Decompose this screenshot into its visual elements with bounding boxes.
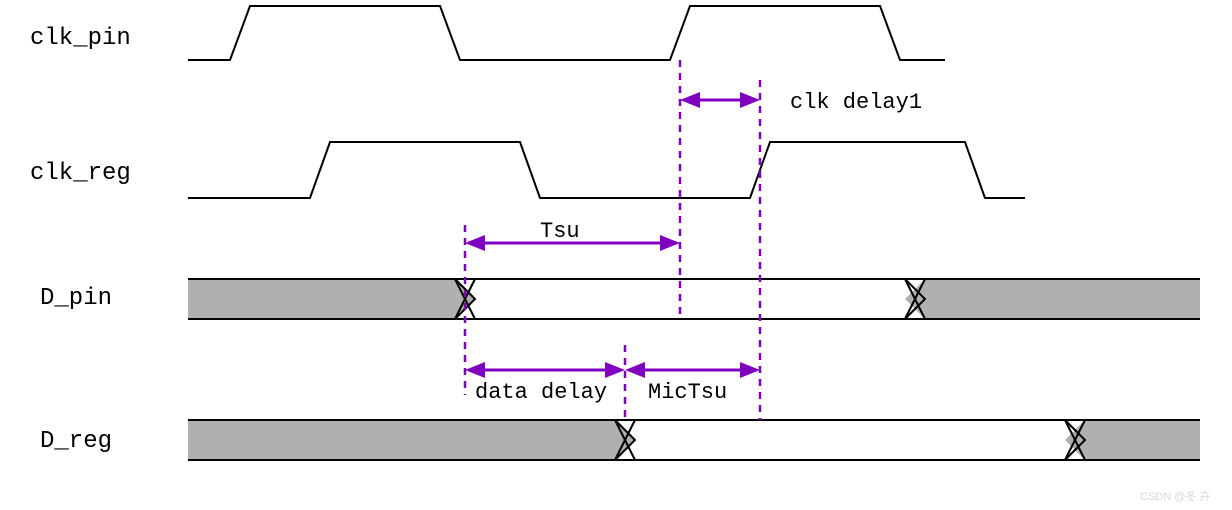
- label-clk-pin: clk_pin: [30, 25, 131, 52]
- wave-clk-reg: [188, 142, 1025, 198]
- label-d-reg: D_reg: [40, 428, 112, 455]
- bus-d-reg: [188, 420, 1200, 460]
- arrow-data-delay: [465, 362, 625, 378]
- bus-d-pin: [188, 279, 1200, 319]
- wave-clk-pin: [188, 6, 945, 60]
- label-mic-tsu: MicTsu: [648, 380, 727, 405]
- arrow-mic-tsu: [625, 362, 760, 378]
- label-data-delay: data delay: [475, 380, 607, 405]
- label-d-pin: D_pin: [40, 285, 112, 312]
- watermark: CSDN @冬 卉: [1140, 489, 1210, 503]
- label-clk-delay1: clk delay1: [790, 90, 922, 115]
- label-tsu: Tsu: [540, 219, 580, 244]
- label-clk-reg: clk_reg: [30, 160, 131, 187]
- arrow-clk-delay1: [680, 92, 760, 108]
